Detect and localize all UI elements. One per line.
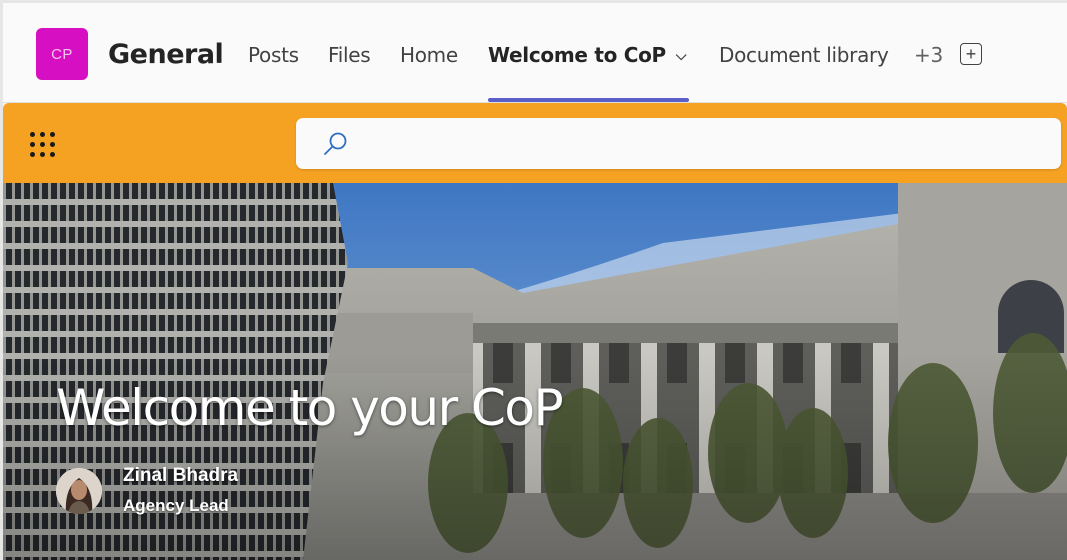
app-launcher-waffle-icon[interactable] [27,129,57,159]
chevron-down-icon[interactable]: ⌵ [676,48,687,64]
author-role: Agency Lead [123,496,229,515]
hero-banner: Welcome to your CoP Zinal Bhadra Agency … [3,183,1067,560]
channel-header: CP General Posts Files Home Welcome to C… [3,3,1067,103]
hero-title: Welcome to your CoP [56,379,564,437]
search-input[interactable] [366,118,1046,169]
tab-home[interactable]: Home [400,43,458,67]
teams-channel-window: CP General Posts Files Home Welcome to C… [3,3,1067,560]
add-tab-button[interactable]: + [960,43,982,65]
channel-name: General [108,39,224,70]
tab-welcome-to-cop[interactable]: Welcome to CoP ⌵ [488,43,686,67]
sharepoint-suite-bar [3,103,1067,183]
author-avatar[interactable] [56,468,102,514]
plus-icon: + [965,44,977,64]
tab-posts[interactable]: Posts [248,43,299,67]
more-tabs-button[interactable]: +3 [914,43,943,67]
tab-document-library[interactable]: Document library [719,43,889,67]
active-tab-indicator [488,98,689,102]
team-avatar[interactable]: CP [36,28,88,80]
tab-label: Welcome to CoP [488,43,666,67]
author-name: Zinal Bhadra [123,465,239,486]
person-photo-icon [56,468,102,514]
search-box[interactable] [296,118,1061,169]
tab-files[interactable]: Files [328,43,371,67]
search-icon [324,132,347,155]
